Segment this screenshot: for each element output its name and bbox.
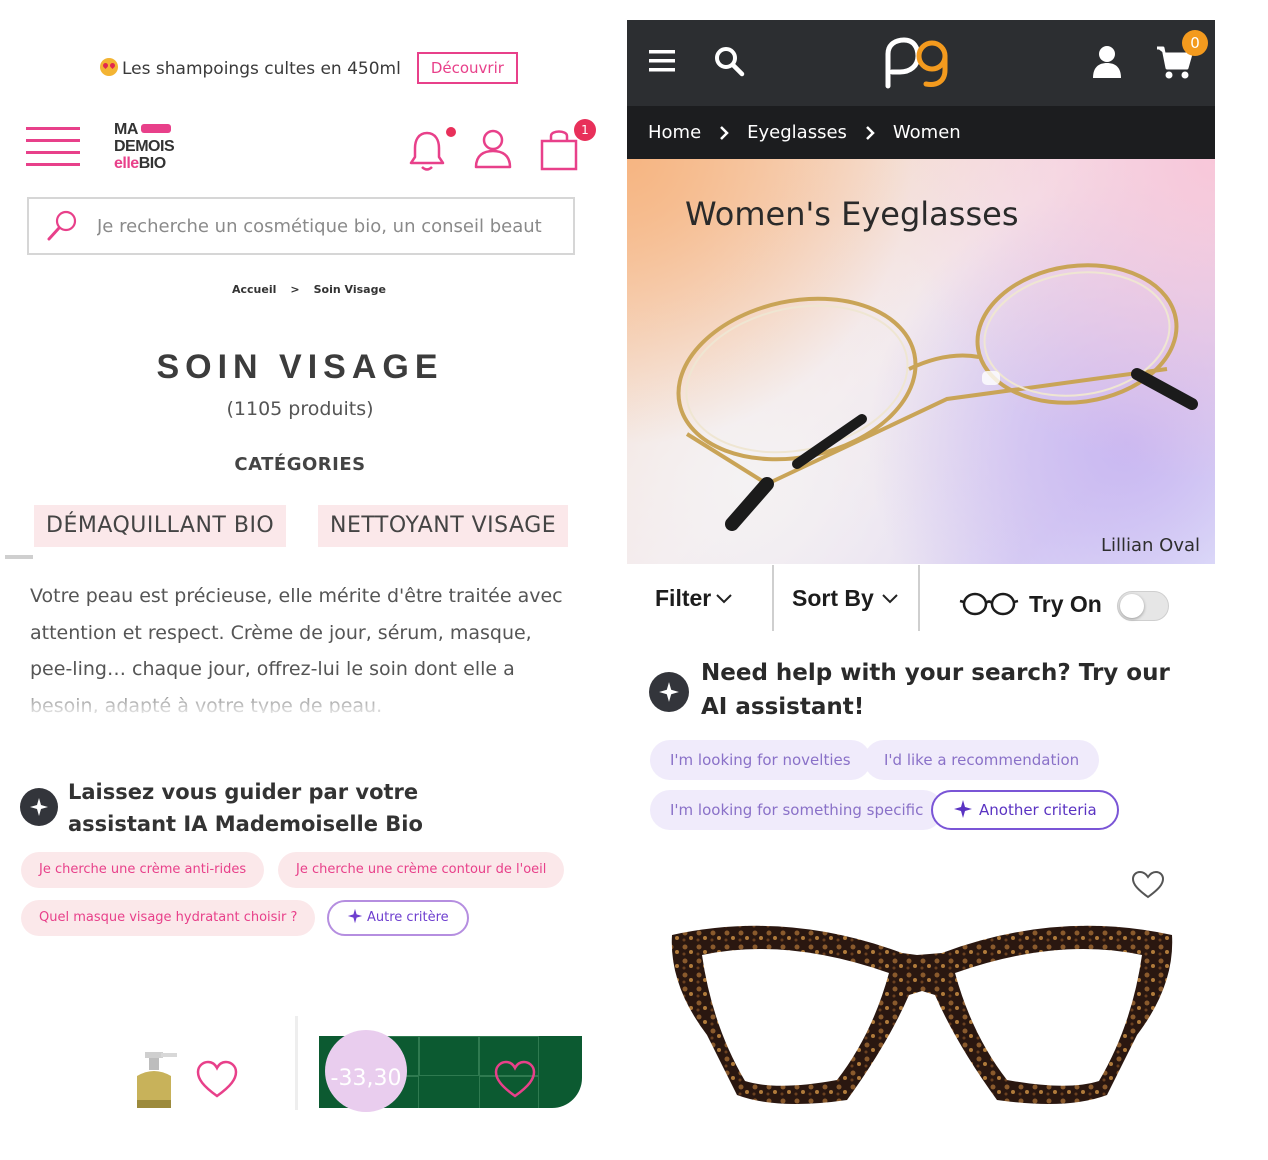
sort-label: Sort By — [792, 584, 874, 611]
breadcrumb-current: Soin Visage — [313, 283, 386, 296]
sparkle-icon — [347, 908, 363, 924]
notification-dot — [446, 127, 456, 137]
tortoise-cat-eye-glasses-image[interactable] — [667, 915, 1177, 1115]
favorite-heart-icon[interactable] — [195, 1060, 239, 1100]
promo-text: Les shampoings cultes en 450ml — [100, 57, 401, 79]
user-icon[interactable] — [472, 125, 514, 173]
heart-eyes-emoji-icon — [100, 57, 118, 76]
brand-logo[interactable] — [882, 34, 954, 92]
try-on-toggle[interactable] — [1117, 591, 1169, 621]
menu-icon[interactable] — [26, 127, 80, 167]
eyeglasses-page: 0 Home Eyeglasses Women Women's Eyeglass… — [627, 20, 1215, 1160]
favorite-heart-icon[interactable] — [1131, 870, 1165, 900]
try-on-label: Try On — [1029, 590, 1102, 617]
menu-icon[interactable] — [647, 42, 687, 82]
product-count: (1105 produits) — [226, 398, 374, 420]
hero-title: Women's Eyeglasses — [685, 195, 1019, 233]
chevron-down-icon — [882, 594, 898, 604]
discount-badge: -33,30 — [325, 1030, 407, 1112]
product-row: -33,30 — [5, 1010, 585, 1112]
sort-by-button[interactable]: Sort By — [792, 565, 900, 631]
search-icon — [47, 210, 77, 241]
try-on-control[interactable]: Try On — [959, 571, 1102, 637]
promo-banner: Les shampoings cultes en 450ml Découvrir — [100, 52, 518, 84]
breadcrumb: Accueil > Soin Visage — [232, 283, 386, 296]
search-bar[interactable]: Je recherche un cosmétique bio, un conse… — [27, 197, 575, 255]
account-icon[interactable] — [1087, 42, 1127, 82]
cart-count-badge: 1 — [574, 119, 596, 141]
category-chip-demaquillant[interactable]: DÉMAQUILLANT BIO — [34, 505, 287, 547]
suggestion-chip-recommendation[interactable]: I'd like a recommendation — [864, 740, 1100, 780]
card-divider — [295, 1016, 298, 1110]
description-fade — [20, 680, 590, 720]
breadcrumb-home[interactable]: Home — [648, 122, 701, 143]
filter-button[interactable]: Filter — [655, 565, 734, 631]
sparkle-icon — [954, 800, 972, 818]
hero-banner: Women's Eyeglasses Lillian Oval — [627, 159, 1215, 564]
mademoiselle-bio-page: Les shampoings cultes en 450ml Découvrir… — [0, 0, 600, 1160]
chevron-right-icon — [866, 125, 875, 140]
site-header: MA DEMOIS elleBIO 1 — [26, 115, 596, 185]
category-chip-nettoyant[interactable]: NETTOYANT VISAGE — [318, 505, 569, 547]
breadcrumb-home[interactable]: Accueil — [232, 283, 276, 296]
model-name-caption: Lillian Oval — [1100, 535, 1200, 556]
filter-bar: Filter Sort By Try On — [627, 565, 1215, 637]
favorite-heart-icon[interactable] — [493, 1060, 537, 1100]
logo-line-1: MA — [114, 121, 138, 138]
categories-heading: CATÉGORIES — [234, 454, 366, 475]
cart-count-badge: 0 — [1182, 30, 1208, 56]
other-criteria-button[interactable]: Autre critère — [327, 900, 469, 936]
suggestion-chip-contour-oeil[interactable]: Je cherche une crème contour de l'oeil — [278, 852, 565, 888]
promo-label: Les shampoings cultes en 450ml — [122, 58, 401, 79]
logo-bar — [140, 124, 171, 133]
filter-label: Filter — [655, 584, 712, 611]
breadcrumb: Home Eyeglasses Women — [627, 106, 1215, 159]
scroll-indicator — [5, 555, 33, 559]
sparkle-icon — [20, 788, 58, 826]
sparkle-icon — [649, 672, 689, 712]
suggestion-chip-novelties[interactable]: I'm looking for novelties — [650, 740, 871, 780]
glasses-icon — [959, 592, 1019, 616]
filter-separator — [918, 565, 920, 631]
logo-line-2: DEMOIS — [114, 138, 175, 155]
discover-button[interactable]: Découvrir — [416, 52, 518, 84]
logo-line-3b: BIO — [138, 155, 166, 172]
breadcrumb-women: Women — [892, 122, 961, 143]
logo-line-3a: elle — [114, 155, 139, 172]
chevron-right-icon — [720, 125, 729, 140]
suggestion-chip-specific[interactable]: I'm looking for something specific — [650, 790, 944, 830]
suggestion-chip-anti-rides[interactable]: Je cherche une crème anti-rides — [21, 852, 265, 888]
search-icon[interactable] — [711, 42, 751, 82]
oval-glasses-image — [676, 263, 1198, 531]
ai-assistant-title: Laissez vous guider par votre assistant … — [68, 780, 423, 836]
ai-assistant-title: Need help with your search? Try our AI a… — [701, 660, 1170, 720]
search-placeholder: Je recherche un cosmétique bio, un conse… — [97, 215, 542, 237]
another-criteria-label: Another criteria — [979, 801, 1097, 819]
site-logo[interactable]: MA DEMOIS elleBIO — [114, 121, 175, 172]
suggestion-chip-masque[interactable]: Quel masque visage hydratant choisir ? — [21, 900, 316, 936]
comparison-screenshot: Les shampoings cultes en 450ml Découvrir… — [0, 0, 1268, 1160]
another-criteria-button[interactable]: Another criteria — [931, 790, 1119, 830]
page-title: SOIN VISAGE — [156, 348, 444, 386]
bell-icon[interactable] — [406, 125, 448, 173]
breadcrumb-separator: > — [290, 283, 300, 296]
filter-separator — [772, 565, 774, 631]
other-criteria-label: Autre critère — [367, 910, 449, 925]
chevron-down-icon — [716, 594, 732, 604]
breadcrumb-eyeglasses[interactable]: Eyeglasses — [747, 122, 847, 143]
top-navigation: 0 — [627, 20, 1215, 106]
product-bottle-image[interactable] — [123, 1048, 183, 1110]
